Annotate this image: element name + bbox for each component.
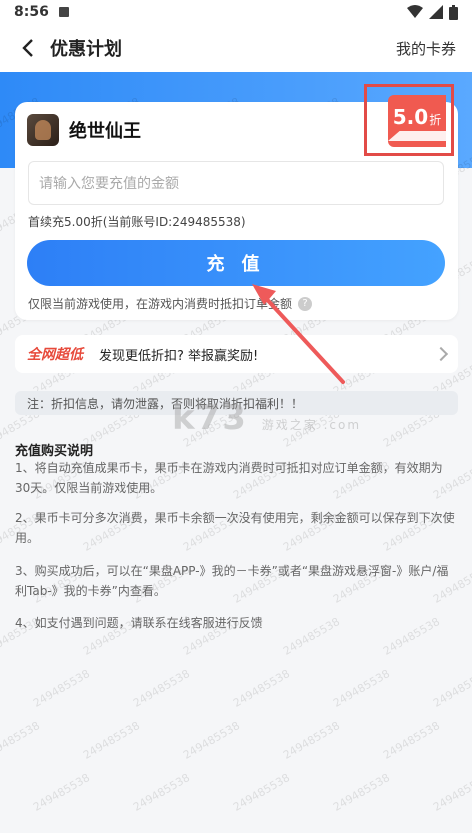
watermark-text: 249485538 [430, 771, 472, 814]
page-title: 优惠计划 [50, 39, 122, 60]
purchase-info-item-4: 4、如支付遇到问题，请联系在线客服进行反馈 [15, 616, 263, 630]
game-row: 绝世仙王 [27, 114, 141, 146]
watermark-text: 249485538 [0, 719, 43, 762]
battery-icon [449, 4, 458, 20]
back-button[interactable] [16, 36, 40, 60]
watermark-text: 249485538 [230, 667, 293, 710]
status-time: 8:56 [14, 4, 49, 20]
report-row[interactable]: 全网超低 发现更低折扣? 举报赢奖励! [15, 335, 458, 373]
status-right [407, 4, 458, 20]
account-info: 首续充5.00折(当前账号ID:249485538) [28, 215, 246, 229]
watermark-text: 249485538 [330, 667, 393, 710]
watermark-text: 249485538 [130, 667, 193, 710]
purchase-info-item-3: 3、购买成功后，可以在“果盘APP-》我的－卡券”或者“果盘游戏悬浮窗-》账户/… [15, 564, 449, 598]
amount-input[interactable] [28, 161, 444, 205]
watermark-text: 249485538 [380, 719, 443, 762]
chevron-left-icon [22, 39, 33, 57]
watermark-text: 249485538 [30, 667, 93, 710]
wifi-icon [407, 5, 423, 18]
watermark-text: 249485538 [330, 771, 393, 814]
watermark-text: 249485538 [180, 719, 243, 762]
status-bar: 8:56 [0, 0, 472, 24]
top-nav: 优惠计划 我的卡券 [0, 24, 472, 72]
help-icon[interactable]: ? [298, 296, 313, 311]
game-avatar [27, 114, 59, 146]
chevron-right-icon [433, 346, 449, 362]
watermark-text: 249485538 [280, 719, 343, 762]
discount-highlight-box [364, 84, 454, 156]
watermark-text: 249485538 [230, 771, 293, 814]
usage-note: 仅限当前游戏使用，在游戏内消费时抵扣订单金额 ? [28, 295, 313, 312]
recharge-button[interactable]: 充 值 [27, 240, 445, 286]
notification-icon [58, 7, 69, 17]
usage-note-text: 仅限当前游戏使用，在游戏内消费时抵扣订单金额 [28, 297, 293, 311]
watermark-text: 249485538 [80, 719, 143, 762]
report-text: 发现更低折扣? 举报赢奖励! [99, 348, 259, 364]
purchase-info-title: 充值购买说明 [15, 444, 94, 459]
game-name: 绝世仙王 [69, 121, 141, 142]
watermark-text: 249485538 [430, 667, 472, 710]
purchase-info-item-2: 2、果币卡可分多次消费，果币卡余额一次没有使用完，剩余金额可以保存到下次使用。 [15, 511, 455, 545]
watermark-text: 249485538 [130, 771, 193, 814]
my-coupons-link[interactable]: 我的卡券 [396, 38, 456, 59]
report-badge: 全网超低 [27, 347, 83, 363]
logo-sub: 游戏之家 .com [261, 418, 362, 432]
purchase-info-item-1: 1、将自动充值成果币卡，果币卡在游戏内消费时可抵扣对应订单金额，有效期为30天。… [15, 461, 443, 495]
watermark-text: 249485538 [30, 771, 93, 814]
signal-icon [429, 5, 443, 19]
notice-bar: 注：折扣信息，请勿泄露，否则将取消折扣福利！！ [15, 391, 458, 415]
